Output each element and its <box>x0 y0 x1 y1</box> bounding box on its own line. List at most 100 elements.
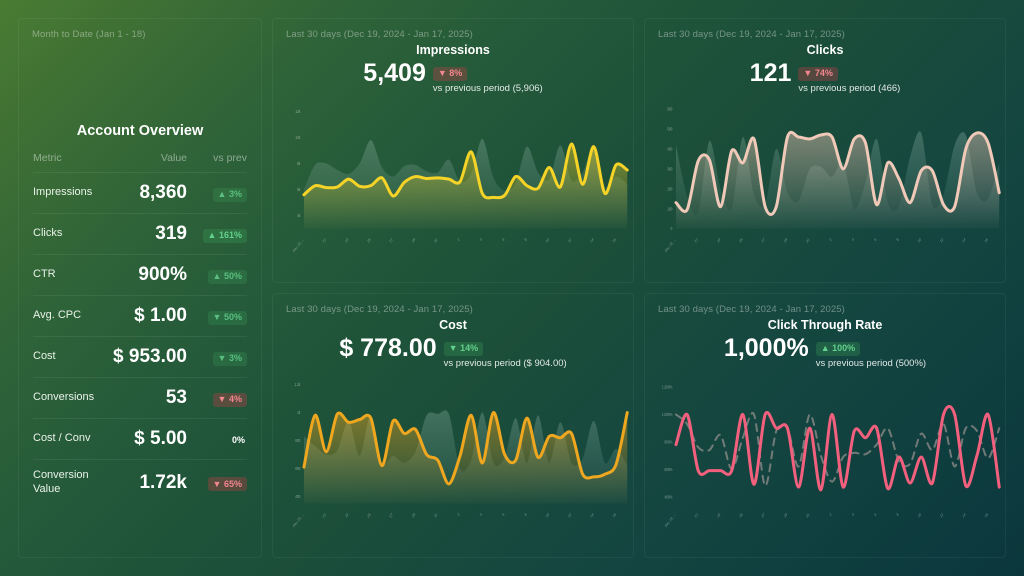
svg-text:Dec 19, ...: Dec 19, ... <box>664 512 676 528</box>
chart-plot-area[interactable]: 4k 6k 8k 10k 12k Dec 19, ... 21 23 25 27 29 31 2 4 6 8 1… <box>273 97 633 282</box>
svg-text:1,200%: 1,200% <box>662 385 673 390</box>
svg-text:600: 600 <box>295 467 300 472</box>
svg-text:23: 23 <box>344 512 349 519</box>
svg-text:10: 10 <box>545 237 550 244</box>
svg-text:21: 21 <box>694 237 699 244</box>
delta-value: 50% <box>223 271 242 281</box>
svg-text:14: 14 <box>962 512 967 519</box>
status-badge: ▼ 8% <box>432 66 468 81</box>
svg-text:600: 600 <box>667 107 672 112</box>
status-badge: ▲ 3% <box>212 187 247 202</box>
svg-text:12: 12 <box>567 237 572 244</box>
svg-text:16: 16 <box>984 237 989 244</box>
status-badge: ▼ 74% <box>798 66 838 81</box>
svg-text:400: 400 <box>667 147 672 152</box>
svg-text:400: 400 <box>295 495 300 500</box>
svg-text:2: 2 <box>457 512 460 517</box>
status-badge: ▼ 4% <box>212 392 247 407</box>
overview-table-head: Metric Value vs prev <box>33 152 247 173</box>
svg-text:6: 6 <box>502 237 505 242</box>
svg-text:2: 2 <box>829 237 832 242</box>
chart-plot-area[interactable]: 0 100 200 300 400 500 600 Dec 19, ... 21 23 25 27 29… <box>645 97 1005 282</box>
svg-text:6: 6 <box>874 237 877 242</box>
row-delta-cell: ▲ 3% <box>191 173 247 214</box>
svg-text:21: 21 <box>694 512 699 519</box>
status-badge: ▼ 3% <box>212 351 247 366</box>
svg-text:4: 4 <box>479 512 482 517</box>
chart-plot-area[interactable]: 400 600 800 1k 1.2k Dec 19, ... 21 23 25 27 29 31 2 4… <box>273 372 633 557</box>
kpi-row: 5,409 ▼ 8% vs previous period (5,906) <box>273 60 633 94</box>
svg-text:25: 25 <box>367 512 372 519</box>
delta-arrow-icon: ▲ <box>207 230 217 240</box>
status-badge: ▼ 14% <box>443 341 484 356</box>
chart-header: Impressions 5,409 ▼ 8% vs previous period (… <box>273 43 633 94</box>
chart-panel-3: Last 30 days (Dec 19, 2024 - Jan 17, 202… <box>644 293 1006 558</box>
delta-value: 14% <box>460 343 479 353</box>
overview-date-range-label: Month to Date (Jan 1 - 18) <box>32 29 146 40</box>
kpi-value: 121 <box>749 59 792 87</box>
table-row[interactable]: Impressions 8,360 ▲ 3% <box>33 172 247 214</box>
table-row[interactable]: Conversions 53 ▼ 4% <box>33 377 247 419</box>
svg-text:14: 14 <box>962 237 967 244</box>
svg-text:100: 100 <box>667 207 672 212</box>
kpi-comparison-text: vs previous period ($ 904.00) <box>443 358 567 369</box>
table-row[interactable]: Conversion Value 1.72k ▼ 65% <box>33 459 247 506</box>
row-metric-name: Conversions <box>33 391 95 404</box>
table-row[interactable]: Avg. CPC $ 1.00 ▼ 50% <box>33 295 247 337</box>
table-row[interactable]: CTR 900% ▲ 50% <box>33 254 247 296</box>
row-delta-cell: ▲ 161% <box>191 214 247 255</box>
kpi-detail: ▼ 74% vs previous period (466) <box>798 60 900 94</box>
delta-value: 50% <box>223 312 242 322</box>
delta-arrow-icon: ▲ <box>217 189 227 199</box>
chart-title: Cost <box>439 318 467 332</box>
chart-plot-area[interactable]: 400% 600% 800% 1,000% 1,200% Dec 19, ... 21 23 2… <box>645 372 1005 557</box>
row-delta-cell: ▼ 3% <box>191 337 247 378</box>
status-badge: ▲ 100% <box>815 341 861 356</box>
table-row[interactable]: Clicks 319 ▲ 161% <box>33 213 247 255</box>
chart-title: Clicks <box>806 43 844 57</box>
row-metric-value: $ 1.00 <box>134 305 187 326</box>
svg-text:Dec 19, ...: Dec 19, ... <box>292 237 304 253</box>
svg-text:800%: 800% <box>664 440 672 445</box>
delta-arrow-icon: ▼ <box>212 478 222 489</box>
kpi-comparison-text: vs previous period (500%) <box>815 358 927 369</box>
kpi-detail: ▲ 100% vs previous period (500%) <box>815 335 927 369</box>
delta-value: 4% <box>228 394 242 404</box>
delta-value: 100% <box>832 343 856 353</box>
svg-text:21: 21 <box>322 512 327 519</box>
overview-table: Metric Value vs prev Impressions 8,360 ▲ 3… <box>33 152 247 506</box>
svg-text:8: 8 <box>896 512 899 517</box>
svg-text:8: 8 <box>896 237 899 242</box>
column-header-metric: Metric <box>33 152 62 164</box>
status-badge: ▼ 65% <box>207 477 247 492</box>
delta-value: 161% <box>218 230 242 240</box>
row-metric-name: Clicks <box>33 227 63 240</box>
row-metric-name: Conversion Value <box>33 469 89 495</box>
svg-text:12: 12 <box>939 512 944 519</box>
svg-text:14: 14 <box>590 512 595 519</box>
delta-arrow-icon: ▲ <box>820 343 830 353</box>
kpi-row: 121 ▼ 74% vs previous period (466) <box>645 60 1005 94</box>
svg-text:1,000%: 1,000% <box>662 413 673 418</box>
delta-arrow-icon: ▼ <box>448 343 458 353</box>
kpi-row: $ 778.00 ▼ 14% vs previous period ($ 904.0… <box>273 335 633 369</box>
table-row[interactable]: Cost / Conv $ 5.00 0% <box>33 418 247 460</box>
status-badge: ▼ 50% <box>207 310 247 325</box>
svg-text:6: 6 <box>874 512 877 517</box>
svg-text:16: 16 <box>612 237 617 244</box>
svg-text:25: 25 <box>739 237 744 244</box>
table-header-row: Metric Value vs prev <box>33 152 247 173</box>
svg-text:2: 2 <box>829 512 832 517</box>
svg-text:400%: 400% <box>664 495 672 500</box>
delta-arrow-icon: ▼ <box>803 68 813 78</box>
svg-text:6k: 6k <box>297 188 300 193</box>
kpi-comparison-text: vs previous period (5,906) <box>432 83 543 94</box>
svg-text:27: 27 <box>389 237 394 244</box>
row-delta-cell: ▲ 50% <box>191 255 247 296</box>
svg-text:21: 21 <box>322 237 327 244</box>
chart-panel-2: Last 30 days (Dec 19, 2024 - Jan 17, 202… <box>272 293 634 558</box>
chart-header: Clicks 121 ▼ 74% vs previous period (466) <box>645 43 1005 94</box>
table-row[interactable]: Cost $ 953.00 ▼ 3% <box>33 336 247 378</box>
account-overview-panel: Month to Date (Jan 1 - 18) Account Overv… <box>18 18 262 558</box>
row-metric-value: $ 953.00 <box>113 346 187 367</box>
